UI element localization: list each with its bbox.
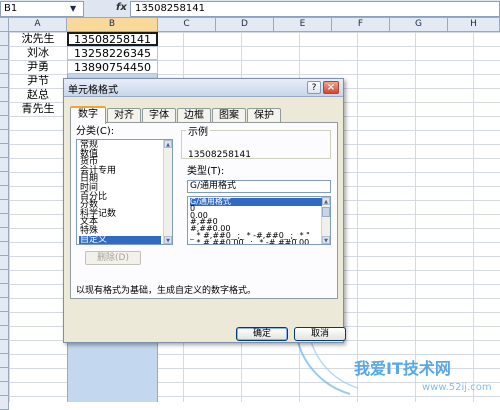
category-label: 分类(C):	[76, 126, 115, 137]
category-list[interactable]: ▲ ▼ 常规 数值 货币 会计专用 日期 时间 百分比 分数 科学记数 文本 特殊 自定义	[76, 139, 173, 245]
formula-input[interactable]: 13508258141	[130, 1, 500, 17]
category-scrollbar[interactable]: ▲ ▼	[163, 140, 172, 244]
watermark-logo: 我爱IT技术网 www.52ij.com	[292, 334, 496, 398]
row-header[interactable]	[0, 116, 9, 130]
tab-2[interactable]: 字体	[142, 108, 176, 123]
format-scrollbar[interactable]: ▲ ▼	[321, 197, 330, 244]
row-header[interactable]	[0, 200, 9, 214]
cancel-button[interactable]: 取消	[294, 327, 346, 341]
type-input-value: G/通用格式	[190, 181, 237, 191]
column-header[interactable]: D	[216, 18, 274, 32]
column-header[interactable]: A	[9, 18, 67, 32]
watermark-url: www.52ij.com	[422, 382, 492, 393]
row-header[interactable]	[0, 270, 9, 284]
row-header[interactable]	[0, 354, 9, 368]
row-header[interactable]	[0, 382, 9, 396]
row-header[interactable]	[0, 326, 9, 340]
row-header[interactable]	[0, 284, 9, 298]
row-header[interactable]	[0, 396, 9, 410]
format-description: 以现有格式为基础，生成自定义的数字格式。	[76, 286, 257, 296]
row-header[interactable]	[0, 256, 9, 270]
row-header[interactable]	[0, 186, 9, 200]
format-item[interactable]: _ * #,##0.00_ ;_ * -#,##0.00_	[190, 239, 322, 244]
sample-label: 示例	[188, 127, 208, 138]
row-header[interactable]	[0, 340, 9, 354]
format-code-list[interactable]: ▲ ▼ G/通用格式 0 0.00 #,##0 #,##0.00 _ * #,##0_ ;…	[187, 196, 331, 245]
formula-bar: B1 ▼ fx 13508258141	[0, 0, 500, 18]
tab-0[interactable]: 数字	[70, 106, 106, 124]
format-cells-dialog: 单元格格式 ? × 数字 对齐 字体 边框 图案 保护 分类(C): ▲ ▼ 常规 数值 货币…	[63, 78, 346, 343]
type-label: 类型(T):	[187, 166, 225, 177]
function-icon[interactable]: fx	[116, 2, 127, 13]
row-header[interactable]	[0, 172, 9, 186]
chevron-down-icon[interactable]: ▼	[70, 4, 76, 13]
help-icon[interactable]: ?	[307, 81, 321, 94]
dialog-titlebar[interactable]: 单元格格式 ? ×	[64, 79, 343, 97]
cell-phone[interactable]: 13890754450	[67, 60, 158, 74]
column-header[interactable]: B	[67, 18, 158, 32]
row-header[interactable]	[0, 298, 9, 312]
select-all-corner[interactable]	[0, 18, 9, 32]
cell-name[interactable]: 青先生	[9, 102, 67, 116]
sample-group: 示例 13508258141	[181, 123, 331, 160]
column-header[interactable]: E	[274, 18, 332, 32]
scroll-down-icon[interactable]: ▼	[164, 236, 172, 244]
row-header[interactable]	[0, 368, 9, 382]
row-header[interactable]	[0, 32, 9, 46]
cell-name[interactable]: 沈先生	[9, 32, 67, 46]
close-icon[interactable]: ×	[323, 81, 339, 94]
formula-value: 13508258141	[135, 3, 205, 14]
tab-3[interactable]: 边框	[177, 108, 211, 123]
type-input[interactable]: G/通用格式	[187, 180, 331, 193]
cell-name[interactable]: 刘冰	[9, 46, 67, 60]
cell-phone[interactable]: 13258226345	[67, 46, 158, 60]
row-header[interactable]	[0, 228, 9, 242]
category-item[interactable]: 自定义	[79, 235, 161, 244]
number-tab-panel: 分类(C): ▲ ▼ 常规 数值 货币 会计专用 日期 时间 百分比 分数 科学记数 文本 特殊 自定…	[70, 122, 338, 299]
scroll-up-icon[interactable]: ▲	[322, 197, 330, 205]
sample-value: 13508258141	[188, 150, 251, 160]
column-header[interactable]: F	[332, 18, 390, 32]
cell-name[interactable]: 尹勇	[9, 60, 67, 74]
row-header[interactable]	[0, 214, 9, 228]
row-header[interactable]	[0, 60, 9, 74]
delete-button[interactable]: 删除(D)	[85, 251, 141, 265]
cell-name[interactable]: 赵总	[9, 88, 67, 102]
column-header[interactable]: G	[390, 18, 448, 32]
scroll-thumb[interactable]	[322, 207, 330, 217]
column-header[interactable]: H	[448, 18, 500, 32]
row-header[interactable]	[0, 88, 9, 102]
watermark-brand: 我爱IT技术网	[354, 359, 451, 378]
tab-1[interactable]: 对齐	[107, 108, 141, 123]
row-header[interactable]	[0, 102, 9, 116]
row-header[interactable]	[0, 74, 9, 88]
scroll-up-icon[interactable]: ▲	[164, 140, 172, 148]
cell-name[interactable]: 尹节	[9, 74, 67, 88]
column-header[interactable]: C	[158, 18, 216, 32]
row-header[interactable]	[0, 242, 9, 256]
ok-button[interactable]: 确定	[236, 327, 288, 341]
row-header[interactable]	[0, 130, 9, 144]
row-header[interactable]	[0, 158, 9, 172]
tab-4[interactable]: 图案	[212, 108, 246, 123]
row-header[interactable]	[0, 144, 9, 158]
row-header[interactable]	[0, 312, 9, 326]
row-header[interactable]	[0, 46, 9, 60]
active-cell[interactable]: 13508258141	[67, 32, 158, 46]
dialog-title: 单元格格式	[68, 85, 118, 96]
scroll-down-icon[interactable]: ▼	[322, 236, 330, 244]
name-box-value: B1	[4, 3, 18, 14]
tab-5[interactable]: 保护	[247, 108, 281, 123]
column-headers: ABCDEFGH	[9, 18, 500, 32]
